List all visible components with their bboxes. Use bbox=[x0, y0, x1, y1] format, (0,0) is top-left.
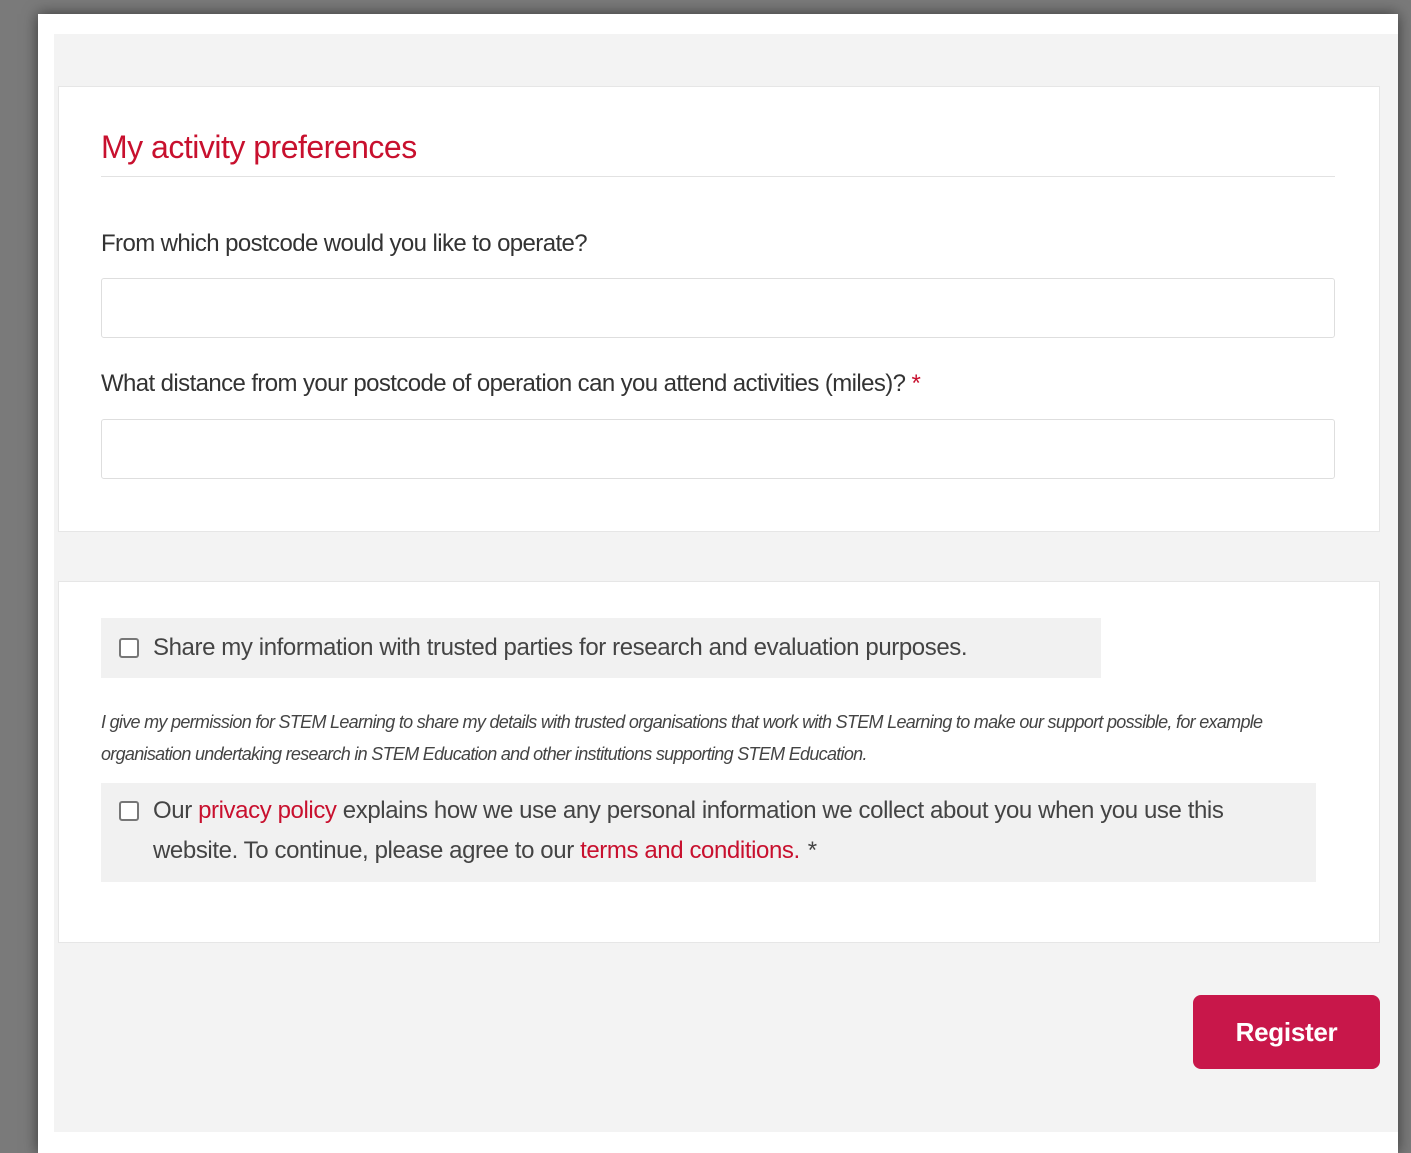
terms-agreement-option[interactable]: Our privacy policy explains how we use a… bbox=[101, 783, 1316, 882]
terms-agreement-checkbox[interactable] bbox=[119, 801, 139, 821]
terms-and-conditions-link[interactable]: terms and conditions. bbox=[580, 837, 800, 864]
distance-label-text: What distance from your postcode of oper… bbox=[101, 370, 906, 397]
consent-card: Share my information with trusted partie… bbox=[58, 581, 1380, 943]
share-information-label: Share my information with trusted partie… bbox=[153, 634, 968, 661]
registration-page: My activity preferences From which postc… bbox=[54, 34, 1398, 1132]
browser-frame: My activity preferences From which postc… bbox=[38, 14, 1398, 1153]
permission-statement: I give my permission for STEM Learning t… bbox=[101, 712, 1263, 764]
share-information-option[interactable]: Share my information with trusted partie… bbox=[101, 618, 1101, 678]
section-title: My activity preferences bbox=[101, 129, 417, 165]
terms-required-asterisk: * bbox=[807, 837, 817, 864]
register-button[interactable]: Register bbox=[1193, 995, 1380, 1069]
postcode-label-text: From which postcode would you like to op… bbox=[101, 230, 588, 257]
distance-label: What distance from your postcode of oper… bbox=[101, 370, 921, 398]
share-information-checkbox[interactable] bbox=[119, 638, 139, 658]
privacy-policy-link[interactable]: privacy policy bbox=[198, 797, 337, 824]
activity-preferences-card: My activity preferences From which postc… bbox=[58, 86, 1380, 532]
required-asterisk: * bbox=[911, 370, 921, 397]
terms-text-part1: Our bbox=[153, 797, 199, 824]
distance-input[interactable] bbox=[101, 419, 1335, 479]
terms-agreement-text: Our privacy policy explains how we use a… bbox=[153, 791, 1273, 871]
title-divider bbox=[101, 176, 1335, 177]
postcode-label: From which postcode would you like to op… bbox=[101, 230, 588, 258]
postcode-input[interactable] bbox=[101, 278, 1335, 338]
